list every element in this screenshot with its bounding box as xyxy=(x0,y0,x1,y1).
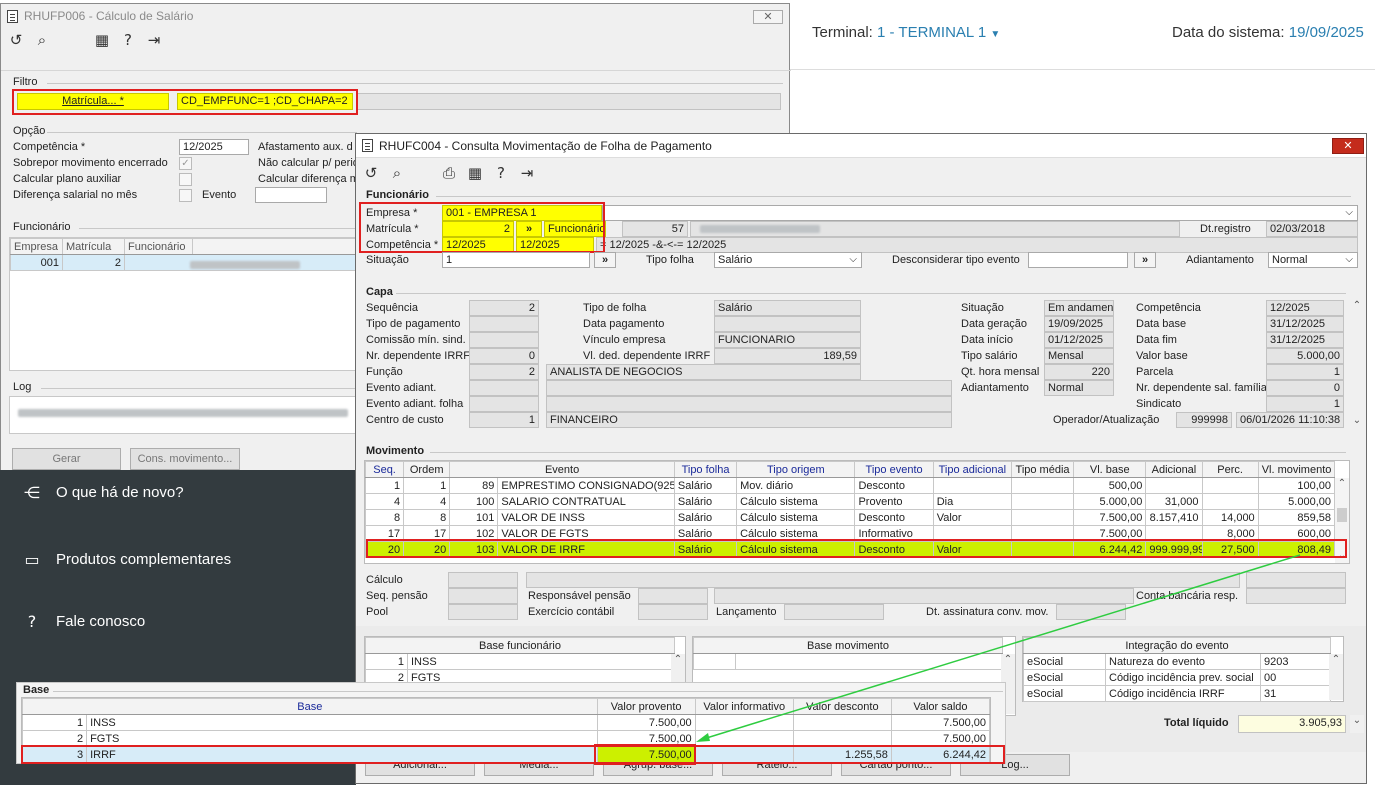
connector-arrow xyxy=(696,554,1301,742)
